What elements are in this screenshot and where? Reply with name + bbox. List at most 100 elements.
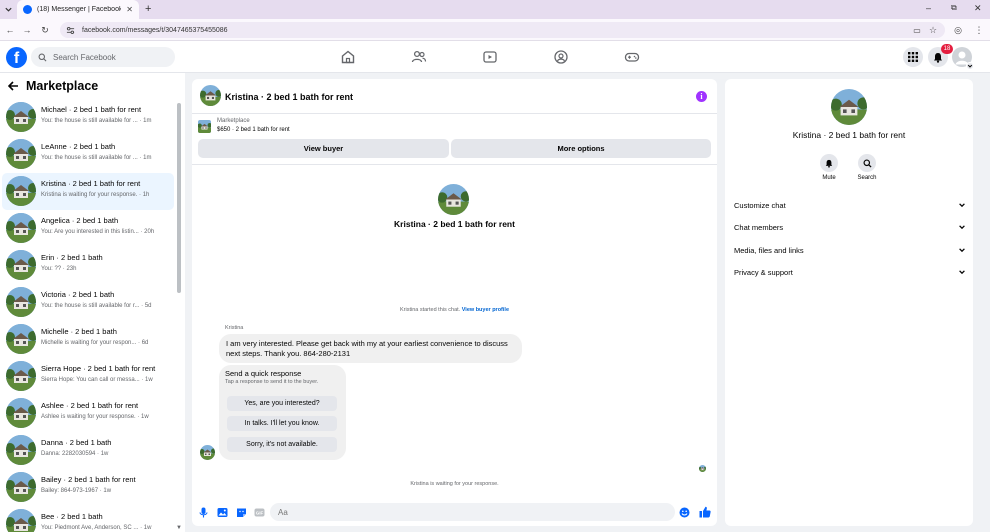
conversation-name: Kristina · 2 bed 1 bath for rent: [41, 179, 141, 188]
conversation-item[interactable]: Michelle · 2 bed 1 bath Michelle is waiti…: [2, 321, 174, 358]
listing-thumbnail: [6, 139, 36, 169]
conversation-item[interactable]: Bailey · 2 bed 1 bath for rent Bailey: 86…: [2, 469, 174, 506]
sticker-icon[interactable]: [236, 507, 247, 518]
svg-text:GIF: GIF: [256, 511, 264, 516]
forward-nav-icon[interactable]: →: [20, 23, 34, 37]
conversation-preview: You: the house is still available for r.…: [41, 303, 152, 309]
video-icon[interactable]: [482, 49, 498, 65]
minimize-icon[interactable]: –: [926, 3, 931, 13]
facebook-header: f Search Facebook: [0, 41, 990, 73]
browser-tab[interactable]: (18) Messenger | Facebook ✕: [17, 0, 139, 19]
close-tab-icon[interactable]: ✕: [126, 5, 133, 14]
bookmark-star-icon[interactable]: ☆: [926, 23, 940, 37]
mute-button[interactable]: Mute: [809, 154, 849, 181]
emoji-icon[interactable]: [679, 507, 690, 518]
sidebar-scrollbar[interactable]: [177, 103, 181, 293]
view-buyer-profile-link[interactable]: View buyer profile: [462, 307, 509, 313]
conversation-item[interactable]: Michael · 2 bed 1 bath for rent You: the …: [2, 99, 174, 136]
image-icon[interactable]: [217, 507, 228, 518]
privacy-support-label: Privacy & support: [734, 267, 793, 277]
new-tab-icon[interactable]: +: [145, 3, 151, 15]
listing-thumbnail: [6, 435, 36, 465]
listing-thumbnail: [6, 213, 36, 243]
conversation-item[interactable]: Ashlee · 2 bed 1 bath for rent Ashlee is …: [2, 395, 174, 432]
chat-title[interactable]: Kristina · 2 bed 1 bath for rent: [225, 92, 353, 102]
seen-indicator: [699, 465, 706, 472]
chat-members-row[interactable]: Chat members: [734, 220, 966, 234]
search-placeholder: Search Facebook: [53, 52, 116, 62]
conversation-name: Ashlee · 2 bed 1 bath for rent: [41, 401, 139, 410]
conversation-item[interactable]: LeAnne · 2 bed 1 bath You: the house is s…: [2, 136, 174, 173]
back-arrow-icon[interactable]: [8, 81, 19, 91]
info-icon[interactable]: i: [696, 91, 707, 102]
back-nav-icon[interactable]: ←: [3, 23, 17, 37]
conversation-item[interactable]: Sierra Hope · 2 bed 1 bath for rent Sierr…: [2, 358, 174, 395]
conversation-name: Sierra Hope · 2 bed 1 bath for rent: [41, 364, 156, 373]
conversation-name: Angelica · 2 bed 1 bath: [41, 216, 119, 225]
restore-icon[interactable]: ⧉: [951, 3, 957, 13]
window-close-icon[interactable]: ✕: [974, 3, 982, 14]
thumbs-up-icon[interactable]: [699, 506, 711, 518]
conversation-item[interactable]: Angelica · 2 bed 1 bath You: Are you inte…: [2, 210, 174, 247]
profile-icon[interactable]: ◎: [951, 23, 965, 37]
listing-thumbnail: [198, 120, 211, 133]
search-label: Search: [857, 175, 877, 181]
sidebar-title: Marketplace: [26, 79, 99, 93]
reload-icon[interactable]: ↻: [38, 23, 52, 37]
chat-header-avatar[interactable]: [200, 85, 221, 106]
conversation-preview: You: the house is still available for ..…: [41, 155, 152, 161]
details-avatar: [831, 89, 867, 125]
media-files-row[interactable]: Media, files and links: [734, 243, 966, 257]
scroll-down-icon[interactable]: ▼: [176, 525, 182, 531]
conversation-item[interactable]: Bee · 2 bed 1 bath You: Piedmont Ave, And…: [2, 506, 174, 532]
conversation-name: LeAnne · 2 bed 1 bath: [41, 142, 116, 151]
home-icon[interactable]: [340, 49, 356, 65]
friends-icon[interactable]: [411, 49, 427, 65]
conversation-preview: You: the house is still available for ..…: [41, 118, 152, 124]
search-in-chat-button[interactable]: Search: [847, 154, 887, 181]
conversation-preview: Ashlee is waiting for your response. · 1…: [41, 414, 149, 420]
facebook-logo[interactable]: f: [6, 47, 27, 68]
chat-started-text: Kristina started this chat.: [399, 307, 461, 313]
bell-icon: [825, 159, 833, 168]
cast-icon[interactable]: ▭: [910, 23, 924, 37]
groups-icon[interactable]: [553, 49, 569, 65]
privacy-support-row[interactable]: Privacy & support: [734, 265, 966, 279]
message-input[interactable]: [270, 503, 675, 521]
quick-reply-yes[interactable]: Yes, are you interested?: [227, 396, 337, 411]
intro-avatar: [438, 184, 469, 215]
listing-thumbnail: [6, 472, 36, 502]
listing-thumbnail: [6, 102, 36, 132]
address-bar[interactable]: facebook.com/messages/t/3047465375455086: [60, 22, 945, 38]
quick-reply-in-talks[interactable]: In talks. I'll let you know.: [227, 416, 337, 431]
microphone-icon[interactable]: [198, 507, 209, 518]
notification-badge: 18: [941, 44, 953, 54]
customize-chat-label: Customize chat: [734, 200, 786, 210]
search-icon: [862, 158, 872, 168]
conversation-item[interactable]: Victoria · 2 bed 1 bath You: the house is…: [2, 284, 174, 321]
customize-chat-row[interactable]: Customize chat: [734, 198, 966, 212]
menu-grid-icon: [908, 52, 918, 62]
sender-name: Kristina: [225, 325, 244, 331]
menu-grid-button[interactable]: [903, 47, 923, 67]
gif-icon[interactable]: GIF: [254, 507, 265, 518]
chat-members-label: Chat members: [734, 222, 784, 232]
conversation-item[interactable]: Kristina · 2 bed 1 bath for rent Kristina…: [2, 173, 174, 210]
view-buyer-button[interactable]: View buyer: [198, 139, 449, 158]
listing-thumbnail: [6, 361, 36, 391]
listing-thumbnail: [6, 324, 36, 354]
conversation-item[interactable]: Danna · 2 bed 1 bath Danna: 2282030594 · …: [2, 432, 174, 469]
more-options-button[interactable]: More options: [451, 139, 711, 158]
conversation-preview: Bailey: 864-973-1967 · 1w: [41, 488, 112, 494]
url-text: facebook.com/messages/t/3047465375455086: [82, 26, 228, 34]
kebab-menu-icon[interactable]: ⋮: [972, 23, 986, 37]
tab-list-chevron-icon[interactable]: [4, 5, 13, 14]
search-input[interactable]: Search Facebook: [31, 47, 175, 67]
quick-reply-not-available[interactable]: Sorry, it's not available.: [227, 437, 337, 452]
listing-thumbnail: [6, 250, 36, 280]
account-chevron-icon[interactable]: [966, 62, 974, 70]
site-settings-icon[interactable]: [66, 26, 75, 35]
conversation-item[interactable]: Erin · 2 bed 1 bath You: ?? · 23h: [2, 247, 174, 284]
gaming-icon[interactable]: [624, 49, 640, 65]
conversation-preview: Kristina is waiting for your response. ·…: [41, 192, 150, 198]
